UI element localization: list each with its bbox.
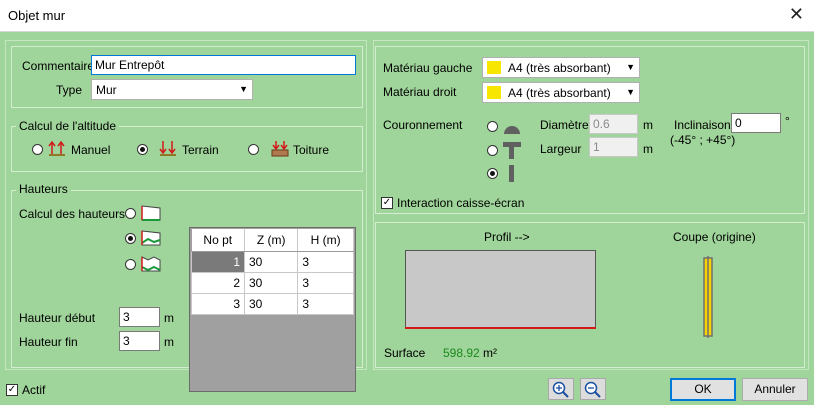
cell-z[interactable]: 30 [243, 251, 299, 273]
commentaire-input[interactable]: Mur Entrepôt [91, 55, 356, 75]
column-header[interactable]: Z (m) [244, 229, 299, 252]
hauteur-mode-3-radio[interactable] [125, 259, 136, 270]
terrain-wall-icon [140, 227, 162, 250]
cell-no[interactable]: 3 [191, 293, 245, 315]
interaction-label: Interaction caisse-écran [397, 196, 525, 210]
profil-label: Profil --> [484, 230, 530, 244]
cell-no[interactable]: 1 [191, 251, 245, 273]
terrain-altitude-icon [158, 139, 178, 160]
type-select[interactable]: Mur ▼ [91, 79, 253, 100]
altitude-toiture-radio[interactable] [248, 144, 259, 155]
t-cap-icon [502, 140, 522, 163]
materiau-gauche-select[interactable]: A4 (très absorbant) ▼ [482, 57, 640, 78]
points-table: No pt Z (m) H (m) 1 30 3 2 30 3 3 30 3 [191, 229, 354, 315]
commentaire-label: Commentaire [22, 59, 95, 73]
material-color-swatch [487, 86, 501, 99]
cell-no[interactable]: 2 [191, 272, 245, 294]
cell-z[interactable]: 30 [243, 272, 299, 294]
calc-hauteurs-label: Calcul des hauteurs [19, 207, 126, 221]
hauteur-mode-1-radio[interactable] [125, 208, 136, 219]
inclinaison-input[interactable]: 0 [731, 113, 781, 133]
largeur-unit: m [643, 142, 653, 156]
couronnement-label: Couronnement [383, 118, 463, 132]
materiau-droit-label: Matériau droit [383, 85, 457, 99]
altitude-toiture-label: Toiture [293, 143, 330, 157]
table-header-row: No pt Z (m) H (m) [191, 229, 354, 252]
cell-h[interactable]: 3 [297, 272, 354, 294]
diametre-label: Diamètre [540, 118, 589, 132]
manual-altitude-icon [47, 139, 67, 160]
table-row[interactable]: 1 30 3 [191, 251, 354, 273]
cell-h[interactable]: 3 [297, 293, 354, 315]
section-preview [700, 256, 716, 341]
hauteur-mode-2-radio[interactable] [125, 233, 136, 244]
flat-wall-icon [140, 202, 162, 225]
zoom-out-icon [584, 381, 601, 398]
altitude-terrain-label: Terrain [182, 143, 219, 157]
actif-label: Actif [22, 383, 46, 397]
close-icon[interactable]: ✕ [789, 5, 804, 23]
couronnement-none-radio[interactable] [487, 168, 498, 179]
actif-checkbox[interactable]: ✓ [6, 384, 18, 396]
hauteur-fin-label: Hauteur fin [19, 335, 78, 349]
chevron-down-icon: ▼ [626, 87, 635, 97]
dialog-body: Commentaire Mur Entrepôt Type Mur ▼ Calc… [0, 32, 814, 405]
type-select-value: Mur [96, 83, 117, 97]
surface-value: 598.92 [443, 346, 480, 360]
inclinaison-range: (-45° ; +45°) [670, 133, 736, 147]
couronnement-round-radio[interactable] [487, 121, 498, 132]
title-bar: Objet mur ✕ [0, 0, 814, 32]
chevron-down-icon: ▼ [239, 84, 248, 94]
materiau-gauche-label: Matériau gauche [383, 61, 473, 75]
largeur-label: Largeur [540, 142, 582, 156]
diametre-unit: m [643, 118, 653, 132]
cancel-button[interactable]: Annuler [742, 378, 808, 401]
window-title: Objet mur [8, 8, 66, 23]
hauteur-debut-unit: m [164, 311, 174, 325]
zoom-in-icon [552, 381, 569, 398]
column-header[interactable]: H (m) [297, 229, 354, 252]
hauteur-fin-unit: m [164, 335, 174, 349]
couronnement-t-radio[interactable] [487, 145, 498, 156]
table-row[interactable]: 2 30 3 [191, 272, 354, 294]
material-color-swatch [487, 61, 501, 74]
cell-z[interactable]: 30 [243, 293, 299, 315]
column-header[interactable]: No pt [191, 229, 245, 252]
hauteurs-group-label: Hauteurs [16, 182, 71, 196]
ok-button[interactable]: OK [670, 378, 736, 401]
altitude-manuel-radio[interactable] [32, 144, 43, 155]
round-cap-icon [502, 116, 522, 139]
diametre-input[interactable]: 0.6 [589, 114, 638, 134]
interaction-checkbox[interactable]: ✓ [381, 197, 393, 209]
largeur-input[interactable]: 1 [589, 137, 638, 157]
chevron-down-icon: ▼ [626, 62, 635, 72]
altitude-group-label: Calcul de l'altitude [16, 119, 120, 133]
zoom-out-button[interactable] [580, 378, 606, 400]
materiau-gauche-value: A4 (très absorbant) [508, 61, 611, 75]
materiau-droit-select[interactable]: A4 (très absorbant) ▼ [482, 82, 640, 103]
type-label: Type [56, 83, 83, 97]
altitude-manuel-label: Manuel [71, 143, 111, 157]
zoom-in-button[interactable] [548, 378, 574, 400]
profile-preview [405, 250, 597, 333]
inclinaison-unit: ° [785, 114, 790, 128]
hauteur-fin-input[interactable]: 3 [119, 331, 160, 351]
hauteur-debut-label: Hauteur début [19, 311, 96, 325]
coupe-label: Coupe (origine) [673, 230, 756, 244]
table-row[interactable]: 3 30 3 [191, 293, 354, 315]
surface-unit: m² [483, 346, 497, 360]
straight-wall-icon [502, 163, 522, 186]
hauteur-debut-input[interactable]: 3 [119, 307, 160, 327]
surface-label: Surface [384, 346, 426, 360]
cell-h[interactable]: 3 [297, 251, 354, 273]
profile-wall-icon [140, 253, 162, 276]
altitude-terrain-radio[interactable] [137, 144, 148, 155]
inclinaison-label: Inclinaison [674, 118, 731, 132]
roof-altitude-icon [270, 139, 290, 160]
materiau-droit-value: A4 (très absorbant) [508, 86, 611, 100]
